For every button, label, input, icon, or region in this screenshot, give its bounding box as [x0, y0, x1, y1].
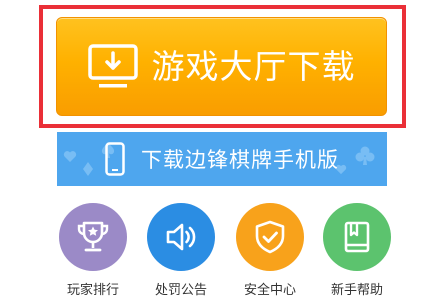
beginner-help-label: 新手帮助	[330, 283, 383, 298]
club-suit-icon	[355, 146, 375, 165]
player-ranking-link[interactable]: 玩家排行	[56, 203, 130, 299]
mobile-phone-icon	[105, 142, 125, 176]
heart-suit-icon	[63, 151, 77, 162]
download-panel: 游戏大厅下载 下载边锋棋牌手机版 玩家排行 处罚公告 安全中心 新手帮助	[0, 0, 441, 308]
mobile-version-download-label: 下载边锋棋牌手机版	[141, 148, 339, 172]
book-icon	[344, 221, 370, 253]
diamond-suit-icon	[83, 162, 93, 176]
player-ranking-label: 玩家排行	[66, 283, 119, 298]
penalty-notice-circle	[147, 203, 215, 271]
mobile-version-download-button[interactable]: 下载边锋棋牌手机版	[57, 132, 387, 186]
player-ranking-circle	[59, 203, 127, 271]
security-center-link[interactable]: 安全中心	[233, 203, 307, 299]
highlight-frame	[39, 5, 406, 128]
beginner-help-link[interactable]: 新手帮助	[320, 203, 394, 299]
speaker-icon	[166, 223, 196, 251]
trophy-icon	[77, 221, 109, 252]
shield-icon	[255, 220, 285, 254]
security-center-circle	[236, 203, 304, 271]
security-center-label: 安全中心	[243, 283, 296, 298]
penalty-notice-label: 处罚公告	[154, 283, 207, 298]
penalty-notice-link[interactable]: 处罚公告	[144, 203, 218, 299]
beginner-help-circle	[323, 203, 391, 271]
